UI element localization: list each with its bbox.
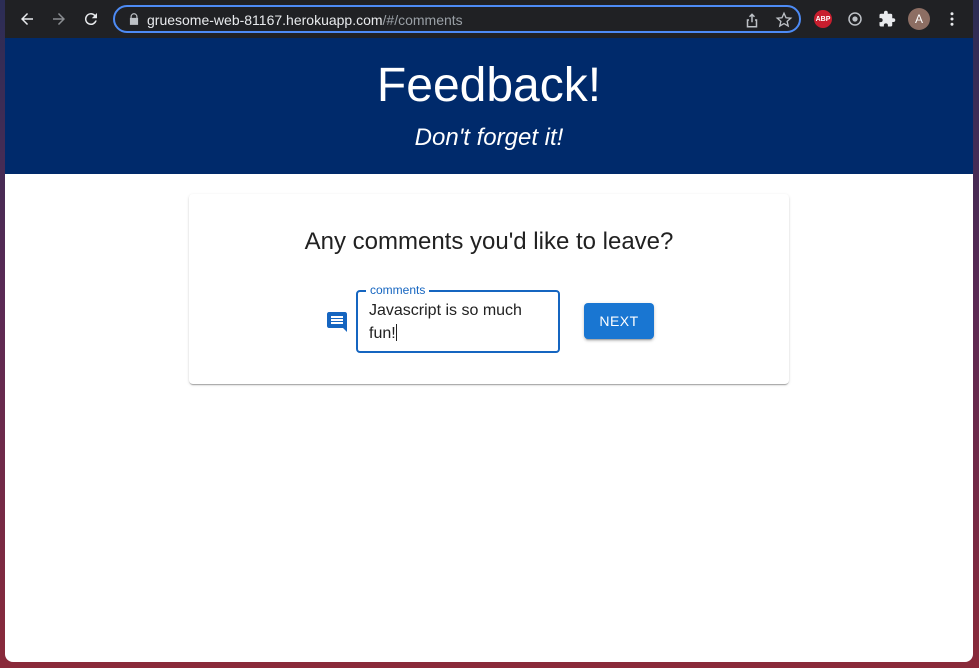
puzzle-icon[interactable] <box>877 9 897 29</box>
url-text[interactable]: gruesome-web-81167.herokuapp.com/#/comme… <box>147 12 463 28</box>
forward-icon[interactable] <box>48 8 70 30</box>
page-title: Feedback! <box>376 59 602 112</box>
star-icon[interactable] <box>775 11 793 29</box>
lock-icon[interactable] <box>127 12 141 26</box>
share-icon[interactable] <box>743 11 761 29</box>
card-question: Any comments you'd like to leave? <box>304 228 674 255</box>
profile-avatar[interactable]: A <box>908 8 930 30</box>
menu-icon[interactable] <box>942 9 962 29</box>
comments-field[interactable]: comments Javascript is so much fun! <box>356 283 560 353</box>
back-icon[interactable] <box>16 8 38 30</box>
page-subtitle: Don't forget it! <box>414 124 564 151</box>
url-path: /#/comments <box>382 12 463 28</box>
comments-field-label: comments <box>366 283 430 297</box>
page-header: Feedback! Don't forget it! <box>5 38 973 174</box>
url-host: gruesome-web-81167.herokuapp.com <box>147 12 383 28</box>
reload-icon[interactable] <box>80 8 102 30</box>
address-bar[interactable]: gruesome-web-81167.herokuapp.com/#/comme… <box>113 5 801 33</box>
comment-icon <box>327 312 347 332</box>
adblock-icon[interactable]: ABP <box>813 9 833 29</box>
extension-icon[interactable] <box>845 9 865 29</box>
comments-card: Any comments you'd like to leave? commen… <box>189 194 789 384</box>
next-button[interactable]: NEXT <box>584 303 654 339</box>
comments-value: Javascript is so much fun! <box>369 302 527 342</box>
text-caret <box>395 324 397 341</box>
browser-toolbar: gruesome-web-81167.herokuapp.com/#/comme… <box>5 0 973 38</box>
browser-window: gruesome-web-81167.herokuapp.com/#/comme… <box>5 0 973 662</box>
comments-input[interactable]: Javascript is so much fun! <box>369 299 549 345</box>
